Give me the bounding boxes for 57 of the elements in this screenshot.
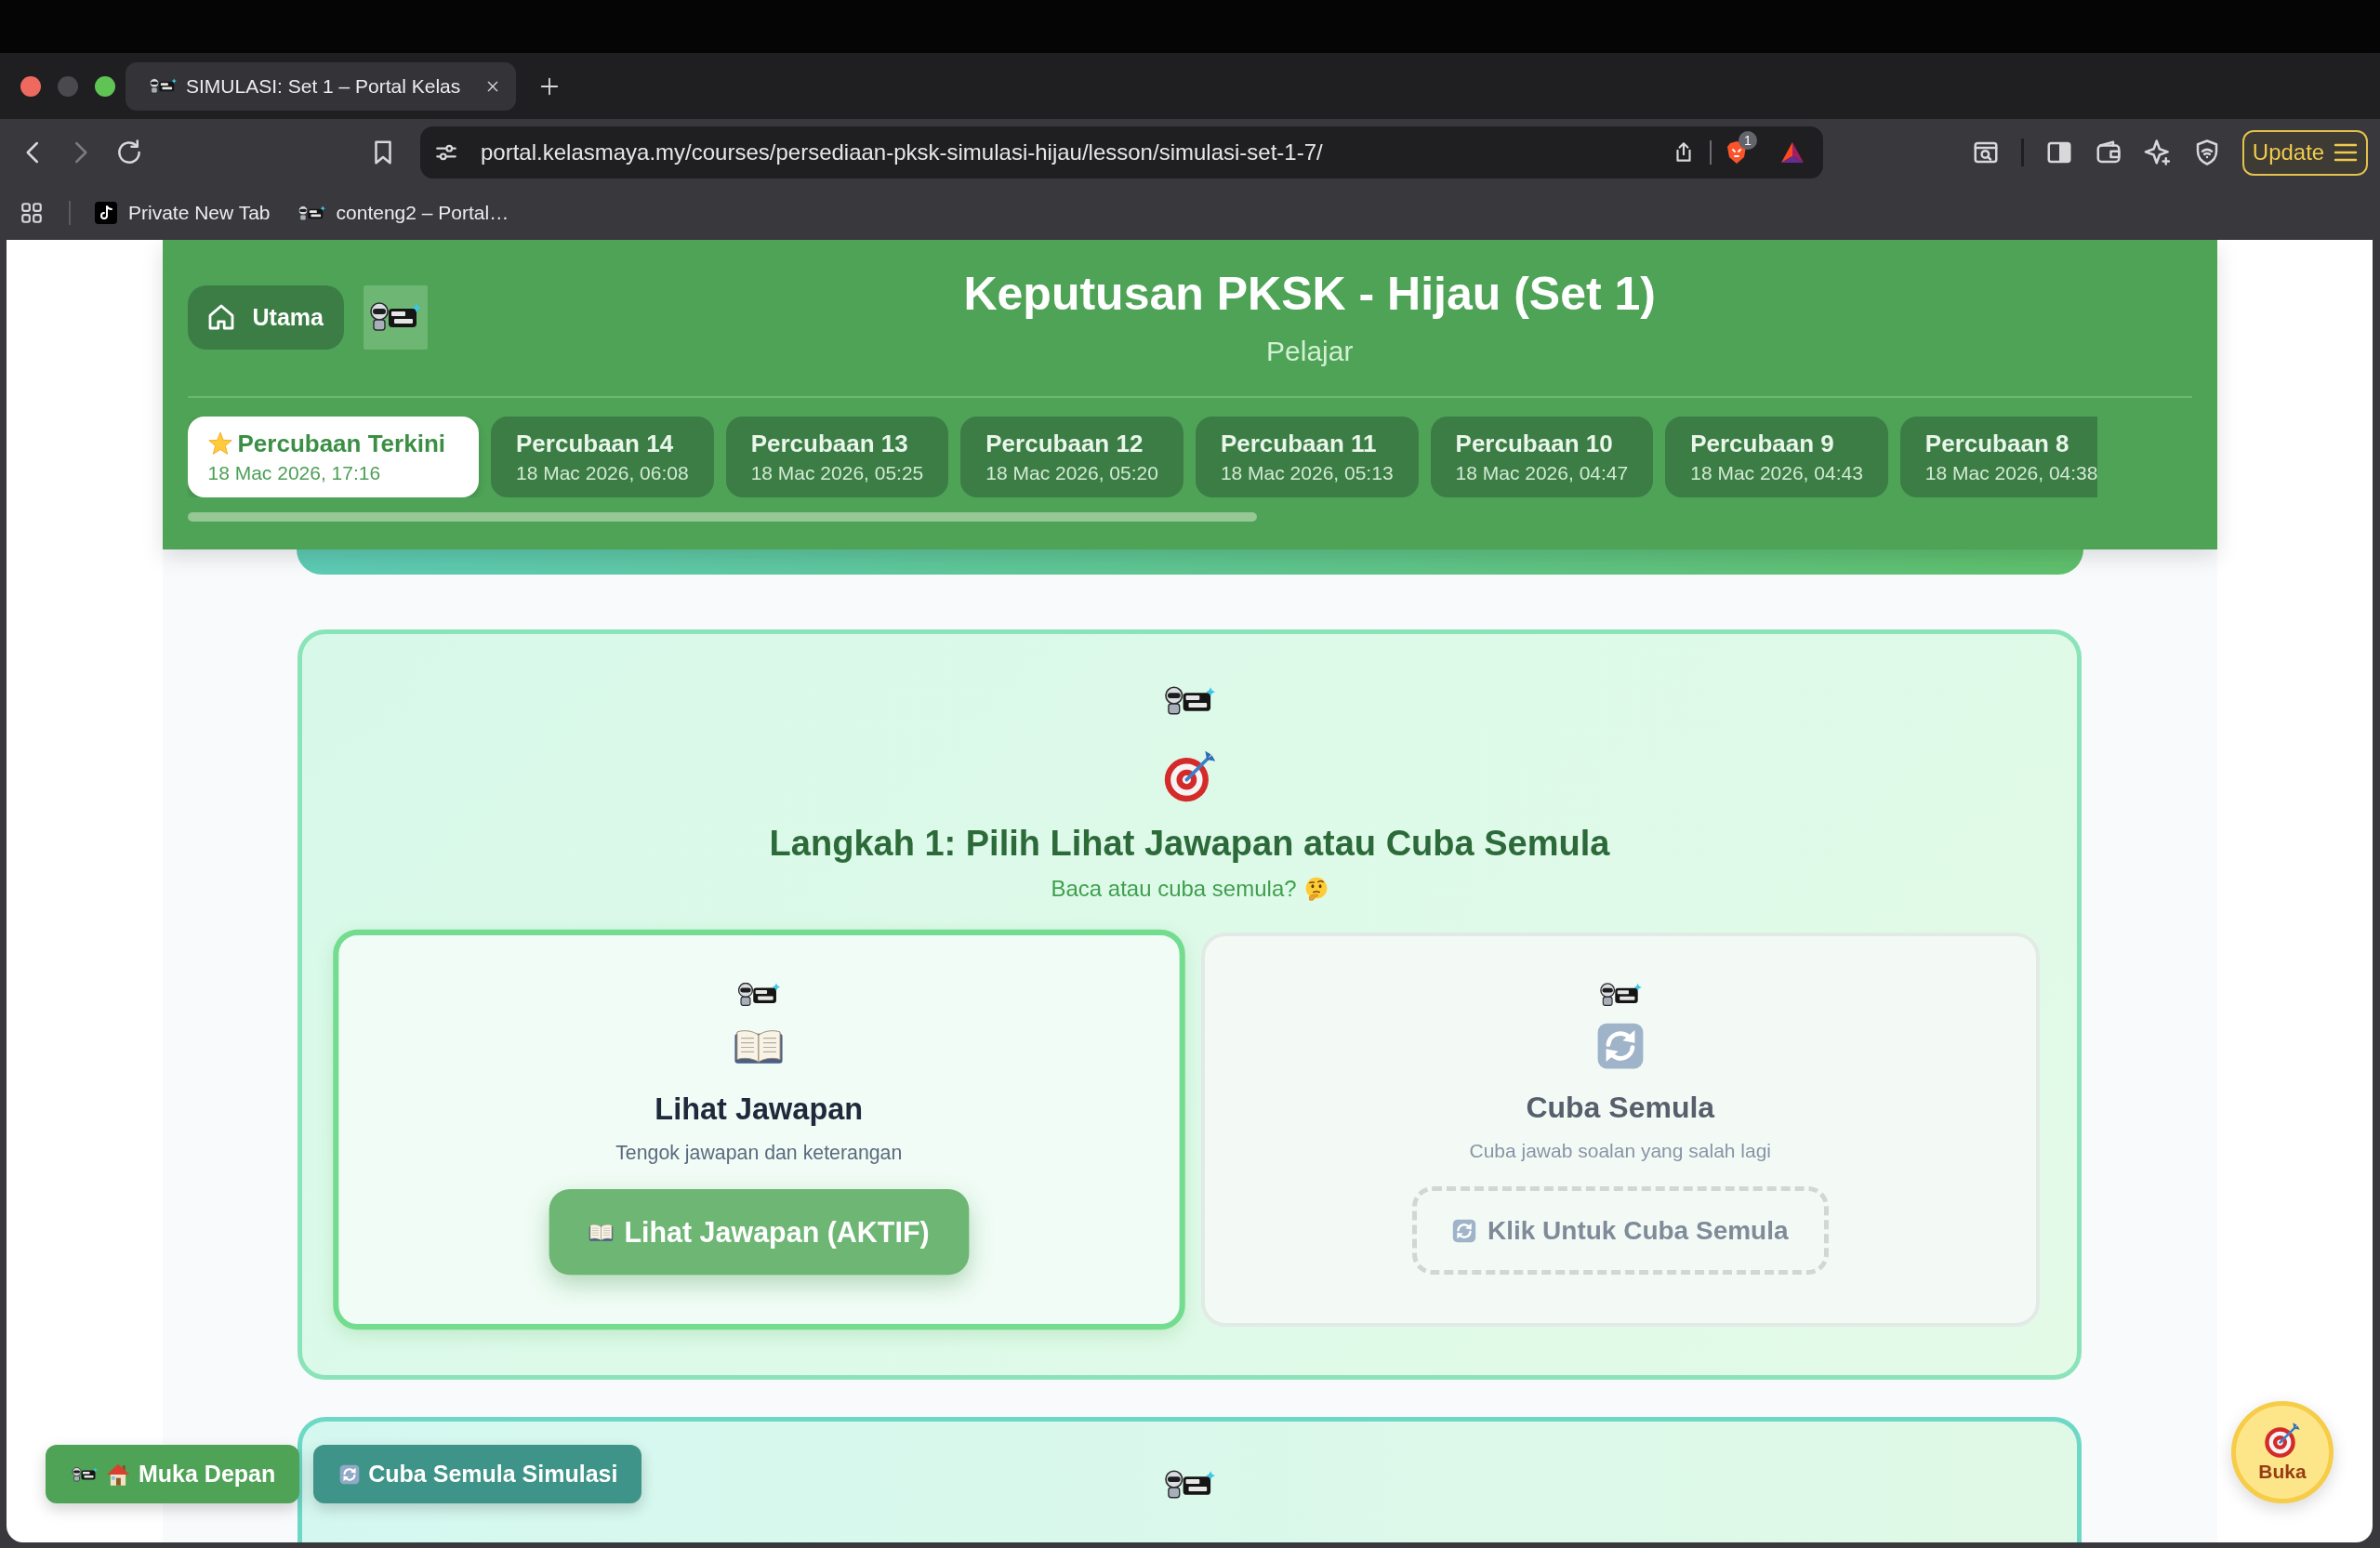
option-description: Cuba jawab soalan yang salah lagi [1469, 1139, 1772, 1162]
floating-button[interactable]: Muka Depan [46, 1445, 300, 1503]
bookmark-item[interactable]: Private New Tab [95, 202, 271, 224]
logo-icon [736, 982, 781, 1008]
option-title: Lihat Jawapan [654, 1091, 864, 1128]
address-bar[interactable]: portal.kelasmaya.my/courses/persediaan-pksk-simulasi-hijau/lesson/simulasi-set-1-7/ 1 [420, 126, 1823, 179]
attempt-tab[interactable]: Percubaan 11 18 Mac 2026, 05:13 [1195, 417, 1419, 497]
attempt-tab[interactable]: Percubaan 13 18 Mac 2026, 05:25 [725, 417, 949, 497]
bookmark-item[interactable]: conteng2 – Portal… [297, 202, 509, 224]
option-button[interactable]: Klik Untuk Cuba Semula [1411, 1186, 1829, 1275]
arrows-icon [1451, 1218, 1476, 1243]
logo-icon [1598, 983, 1642, 1007]
option-description: Tengok jawapan dan keterangan [615, 1141, 903, 1165]
option-title: Cuba Semula [1526, 1090, 1715, 1126]
attempt-tab[interactable]: Percubaan Terkini 18 Mac 2026, 17:16 [187, 417, 479, 497]
house-icon [106, 1462, 130, 1487]
triangle-icon[interactable] [1780, 141, 1805, 164]
zoom-window-button[interactable] [95, 75, 115, 97]
option-button[interactable]: Lihat Jawapan (AKTIF) [549, 1188, 970, 1276]
logo-icon [1164, 1470, 1215, 1500]
attempt-tab[interactable]: Percubaan 9 18 Mac 2026, 04:43 [1665, 417, 1888, 497]
notification-badge: 1 [1739, 131, 1757, 150]
logo-icon[interactable] [363, 284, 428, 350]
grid-icon[interactable] [20, 201, 44, 225]
option-card[interactable]: Cuba Semula Cuba jawab soalan yang salah lagi Klik Untuk Cuba Semula [1200, 933, 2040, 1327]
close-window-button[interactable] [20, 75, 41, 97]
step-heading: Langkah 1: Pilih Lihat Jawapan atau Cuba Semula [769, 823, 1610, 865]
arrows-icon [1595, 1022, 1645, 1070]
logo-icon [72, 1466, 98, 1482]
url-text: portal.kelasmaya.my/courses/persediaan-pksk-simulasi-hijau/lesson/simulasi-set-1-7/ [481, 139, 1324, 165]
target-icon [1162, 749, 1217, 803]
logo-icon [297, 205, 325, 221]
reload-icon[interactable] [115, 139, 143, 166]
star-icon [207, 431, 232, 456]
target-icon [2264, 1422, 2301, 1459]
menu-icon[interactable] [2334, 142, 2359, 163]
attempt-tab[interactable]: Percubaan 8 18 Mac 2026, 04:38 [1899, 417, 2098, 497]
attempt-tab[interactable]: Percubaan 14 18 Mac 2026, 06:08 [491, 417, 714, 497]
logo-icon [1164, 686, 1215, 716]
plus-icon[interactable] [539, 75, 560, 97]
music-note-icon [95, 202, 117, 224]
arrows-icon [339, 1463, 361, 1485]
option-card[interactable]: Lihat Jawapan Tengok jawapan dan keterangan Lihat Jawapan (AKTIF) [333, 929, 1185, 1330]
page-subtitle: Pelajar [1265, 335, 1355, 368]
attempt-tab[interactable]: Percubaan 12 18 Mac 2026, 05:20 [960, 417, 1183, 497]
horizontal-scrollbar[interactable] [187, 512, 1257, 522]
attempt-tab[interactable]: Percubaan 10 18 Mac 2026, 04:47 [1430, 417, 1654, 497]
floating-action-button[interactable]: Buka [2231, 1401, 2334, 1503]
sparkle-icon[interactable] [2144, 139, 2172, 166]
page-title: Keputusan PKSK - Hijau (Set 1) [962, 267, 1657, 322]
browser-tab[interactable]: SIMULASI: Set 1 – Portal Kelas [126, 61, 516, 111]
floating-button[interactable]: Cuba Semula Simulasi [313, 1445, 642, 1503]
thinking-face-icon [1303, 877, 1329, 901]
step-subtitle: Baca atau cuba semula? [1051, 876, 1297, 902]
logo-icon [149, 78, 177, 94]
update-button[interactable]: Update [2242, 129, 2368, 176]
home-button[interactable]: Utama [187, 284, 344, 350]
